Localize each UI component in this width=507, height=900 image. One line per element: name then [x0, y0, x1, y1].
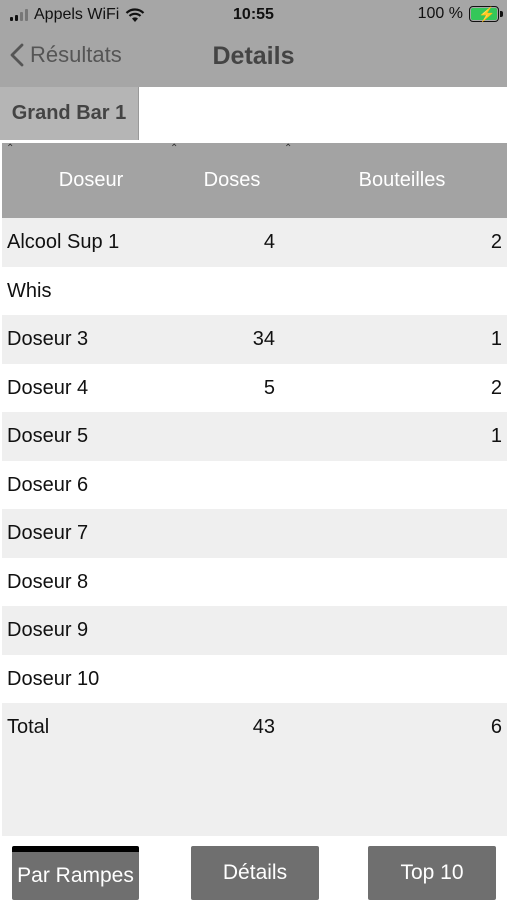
- cell-doses: 4: [263, 231, 275, 253]
- column-header-doseur[interactable]: Doseur: [2, 169, 180, 192]
- cell-bouteilles: 1: [490, 425, 502, 447]
- table-row[interactable]: Doseur 3 34 1: [2, 315, 507, 364]
- top10-button[interactable]: Top 10: [368, 846, 496, 900]
- column-header-bouteilles[interactable]: Bouteilles: [302, 169, 502, 192]
- cell-doses: 34: [252, 328, 275, 350]
- cell-doseur: Doseur 5: [7, 425, 89, 447]
- navigation-bar: Appels WiFi 10:55 100 % ⚡ Résultats Deta…: [0, 0, 507, 87]
- bottom-toolbar: Par Rampes Détails Top 10: [0, 836, 507, 900]
- par-rampes-button[interactable]: Par Rampes: [12, 846, 139, 900]
- table-empty-area: [2, 752, 507, 836]
- cell-doseur: Doseur 4: [7, 376, 89, 399]
- status-right: 100 % ⚡: [417, 5, 503, 23]
- cell-doses: 43: [252, 716, 275, 738]
- table-row[interactable]: Doseur 5 1: [2, 412, 507, 461]
- sort-icon[interactable]: ⌃: [170, 143, 178, 154]
- table-row[interactable]: Doseur 10: [2, 654, 507, 703]
- details-button[interactable]: Détails: [191, 846, 319, 900]
- status-bar: Appels WiFi 10:55 100 % ⚡: [0, 0, 507, 30]
- cell-doseur: Total: [7, 716, 50, 738]
- table-row-total: Total 43 6: [2, 703, 507, 752]
- column-header-doses[interactable]: Doses: [180, 169, 284, 192]
- cell-bouteilles: 1: [490, 328, 502, 350]
- page-title: Details: [212, 42, 295, 70]
- cell-doseur: Doseur 7: [7, 522, 89, 544]
- cell-doseur: Doseur 10: [7, 667, 100, 690]
- battery-percent: 100 %: [417, 5, 463, 22]
- tab-grand-bar[interactable]: Grand Bar 1: [0, 87, 139, 140]
- battery-icon: ⚡: [469, 6, 503, 22]
- table-row[interactable]: Whis: [2, 266, 507, 315]
- cell-doseur: Whis: [7, 279, 52, 302]
- table-row[interactable]: Doseur 6: [2, 460, 507, 509]
- table-row[interactable]: Doseur 8: [2, 557, 507, 606]
- cell-bouteilles: 2: [490, 376, 502, 399]
- table-row[interactable]: Doseur 9: [2, 606, 507, 655]
- cell-doseur: Alcool Sup 1: [7, 231, 120, 253]
- cell-doseur: Doseur 8: [7, 570, 89, 593]
- cell-doses: 5: [263, 376, 275, 399]
- table-row[interactable]: Alcool Sup 1 4 2: [2, 218, 507, 267]
- sort-icon[interactable]: ⌃: [284, 143, 292, 154]
- sort-icon[interactable]: ⌃: [6, 143, 14, 154]
- cell-doseur: Doseur 3: [7, 328, 89, 350]
- cell-bouteilles: 2: [490, 231, 502, 253]
- table-header: ⌃ ⌃ ⌃ Doseur Doses Bouteilles: [2, 143, 507, 218]
- table-row[interactable]: Doseur 4 5 2: [2, 363, 507, 412]
- cell-doseur: Doseur 6: [7, 473, 89, 496]
- cell-doseur: Doseur 9: [7, 619, 89, 641]
- table-row[interactable]: Doseur 7: [2, 509, 507, 558]
- cell-bouteilles: 6: [490, 716, 502, 738]
- table-body: Alcool Sup 1 4 2 Whis Doseur 3 34 1 Doseur 4…: [2, 218, 507, 752]
